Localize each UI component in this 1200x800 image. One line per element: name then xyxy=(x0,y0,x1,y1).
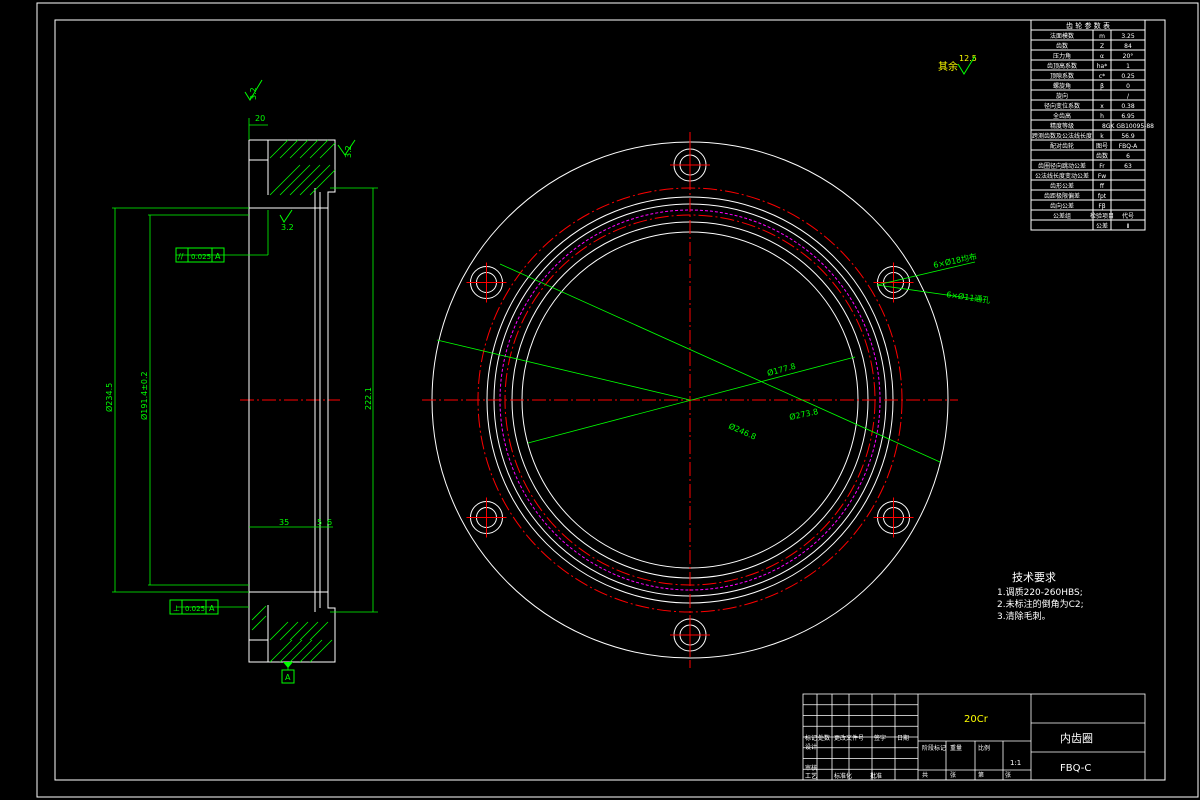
title-block-cell: 第 xyxy=(978,771,984,779)
param-row-name: 跨测齿数及公法线长度 xyxy=(1032,132,1092,140)
title-block-cell: 重量 xyxy=(950,744,962,752)
param-row-name: 螺旋角 xyxy=(1053,82,1071,90)
title-block-cell: 处数 xyxy=(818,734,830,742)
title-block-cell: 设计 xyxy=(805,743,817,751)
param-row-symbol: Fw xyxy=(1098,173,1106,180)
param-row-value: 代号 xyxy=(1122,212,1134,220)
title-block-cell: 张 xyxy=(1005,771,1011,779)
param-row-name: 配对齿轮 xyxy=(1050,142,1074,150)
tech-req-title: 技术要求 xyxy=(1012,571,1056,584)
dim-bottom-left: 35 xyxy=(279,518,289,527)
param-row-name: 齿圈径向跳动公差 xyxy=(1038,162,1086,170)
param-row-value: Ⅱ xyxy=(1127,223,1130,230)
param-row-name: 齿向公差 xyxy=(1050,202,1074,210)
title-block-cell: 张 xyxy=(950,771,956,779)
roughness-value: 12.5 xyxy=(959,54,977,63)
param-row-value: 3.25 xyxy=(1121,33,1135,40)
param-row-symbol: fpt xyxy=(1098,193,1107,200)
title-block-cell: 标记 xyxy=(805,734,817,742)
param-row-name: 顶隙系数 xyxy=(1050,72,1074,80)
param-table-header: 齿 轮 参 数 表 xyxy=(1066,21,1110,30)
roughness-right-label: 3.2 xyxy=(344,145,353,158)
roughness-label: 其余 xyxy=(938,60,958,73)
title-block-cell: 签字 xyxy=(874,734,886,742)
param-row-name: 全齿高 xyxy=(1053,112,1071,120)
scale-label: 1:1 xyxy=(1010,759,1021,767)
param-row-name: 精度等级 xyxy=(1050,122,1074,130)
param-row-symbol: Fr xyxy=(1099,163,1105,170)
param-row-symbol: 齿数 xyxy=(1096,152,1108,160)
gtol-bottom-datum: A xyxy=(209,604,215,613)
title-block-cell: 工艺 xyxy=(805,772,817,780)
param-row-name: 齿顶高系数 xyxy=(1047,62,1077,70)
gtol-top-datum: A xyxy=(215,252,221,261)
dim-dia-right: 222.1 xyxy=(364,387,373,410)
param-row-value: 0 xyxy=(1126,83,1130,90)
roughness-top-label: 3.2 xyxy=(249,87,258,100)
param-row-symbol: Z xyxy=(1100,43,1104,50)
param-row-symbol: 检验项目 xyxy=(1090,212,1114,220)
param-row-name: 径向变位系数 xyxy=(1044,102,1080,110)
param-row-symbol: β xyxy=(1100,83,1104,90)
param-row-value: 56.9 xyxy=(1121,133,1135,140)
param-row-symbol: c* xyxy=(1099,73,1105,80)
param-row-value: 20° xyxy=(1123,53,1134,60)
param-row-value: 63 xyxy=(1124,163,1132,170)
param-row-name: 公法线长度变动公差 xyxy=(1035,172,1089,180)
title-block-cell: 比例 xyxy=(978,744,990,752)
param-row-value: 1 xyxy=(1126,63,1130,70)
title-block-cell: 阶段标记 xyxy=(922,744,946,752)
title-block-cell: 批准 xyxy=(870,772,882,780)
cad-drawing: 20 3.2 3.2 3.2 Ø234.5 Ø191.4±0.2 222.1 3… xyxy=(0,0,1200,800)
tech-req-item-3: 3.清除毛刺。 xyxy=(997,610,1051,622)
gtol-top-value: 0.025 xyxy=(191,253,211,261)
param-row-value: 6 xyxy=(1126,153,1130,160)
dim-dia-inner: Ø191.4±0.2 xyxy=(139,371,149,420)
dim-bottom-mid: 5 xyxy=(317,518,322,527)
drawing-number-label: FBQ-C xyxy=(1060,763,1091,774)
param-row-name: 压力角 xyxy=(1053,52,1071,60)
param-row-symbol: ha* xyxy=(1097,63,1107,70)
dim-bottom-right: 6 xyxy=(327,518,332,527)
gtol-bottom-symbol: ⊥ xyxy=(173,604,180,613)
param-row-name: 齿距极限偏差 xyxy=(1044,192,1080,200)
param-row-value: 0.25 xyxy=(1121,73,1135,80)
param-row-value: FBQ-A xyxy=(1119,143,1138,150)
material-label: 20Cr xyxy=(964,714,989,725)
title-block-cell: 更改文件号 xyxy=(834,734,864,742)
title-block-cell: 共 xyxy=(922,771,928,779)
tech-req-item-1: 1.调质220-260HBS; xyxy=(997,586,1083,598)
title-block-cell: 标准化 xyxy=(834,772,852,780)
param-row-name: 齿形公差 xyxy=(1050,182,1074,190)
title-block-cell: 日期 xyxy=(897,734,909,742)
param-row-symbol: 公差 xyxy=(1096,222,1108,230)
param-row-name: 齿数 xyxy=(1056,42,1068,50)
gtol-bottom-value: 0.025 xyxy=(185,605,205,613)
dim-width-top: 20 xyxy=(255,114,265,123)
param-row-symbol: h xyxy=(1100,113,1104,120)
param-row-symbol: Fβ xyxy=(1098,203,1105,210)
param-row-name: 公差组 xyxy=(1053,212,1071,220)
param-row-symbol: α xyxy=(1100,53,1104,60)
roughness-bore-label: 3.2 xyxy=(281,223,294,232)
param-row-name: 旋向 xyxy=(1056,92,1068,100)
param-row-value: 8GK GB10095-88 xyxy=(1102,123,1154,130)
param-row-value: 6.95 xyxy=(1121,113,1135,120)
param-row-symbol: x xyxy=(1100,103,1104,110)
part-name-label: 内齿圈 xyxy=(1060,731,1093,745)
param-row-symbol: 图号 xyxy=(1096,143,1108,150)
tech-req-item-2: 2.未标注的倒角为C2; xyxy=(997,598,1084,610)
param-row-value: 0.38 xyxy=(1121,103,1135,110)
title-block-cell: 审核 xyxy=(805,764,817,772)
param-row-value: 84 xyxy=(1124,43,1132,50)
param-row-symbol: k xyxy=(1100,133,1104,140)
datum-label: A xyxy=(285,673,291,682)
param-row-name: 法面模数 xyxy=(1050,32,1074,40)
param-row-symbol: m xyxy=(1099,33,1105,40)
dim-dia-left: Ø234.5 xyxy=(104,383,114,412)
gtol-top-symbol: // xyxy=(178,252,184,261)
